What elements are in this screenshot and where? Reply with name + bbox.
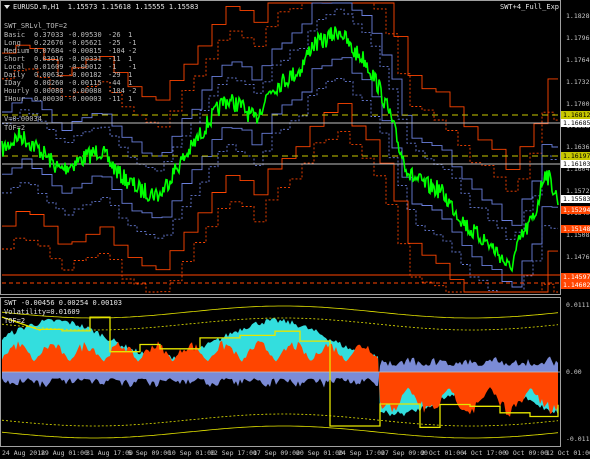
oscillator-window-border [0,297,561,447]
terminal-chart-window: EURUSD.m,H1 1.15573 1.15618 1.15555 1.15… [0,0,590,459]
price-window-border [0,0,561,295]
chart-frame [0,0,561,447]
